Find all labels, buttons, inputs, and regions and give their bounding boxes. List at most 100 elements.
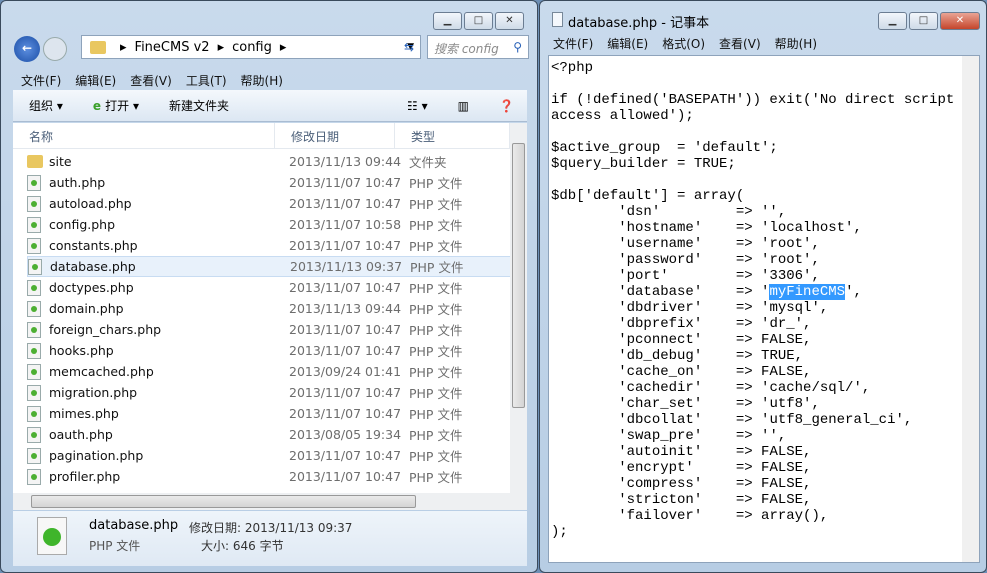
file-row[interactable]: doctypes.php 2013/11/07 10:47 PHP 文件 (27, 277, 512, 298)
file-name: database.php (50, 259, 136, 274)
php-file-icon (27, 363, 41, 380)
menu-help[interactable]: 帮助(H) (241, 72, 283, 89)
new-folder-button[interactable]: 新建文件夹 (169, 97, 229, 114)
file-row[interactable]: config.php 2013/11/07 10:58 PHP 文件 (27, 214, 512, 235)
column-name[interactable]: 名称 (13, 123, 275, 148)
organize-button[interactable]: 组织 ▾ (29, 97, 63, 114)
file-row[interactable]: memcached.php 2013/09/24 01:41 PHP 文件 (27, 361, 512, 382)
file-row[interactable]: hooks.php 2013/11/07 10:47 PHP 文件 (27, 340, 512, 361)
file-date: 2013/11/13 09:44 (289, 154, 402, 169)
help-icon[interactable]: ❓ (499, 99, 514, 113)
folder-icon (90, 40, 106, 54)
minimize-button[interactable]: ▁ (433, 12, 462, 30)
breadcrumb-item[interactable]: FineCMS v2 (135, 40, 210, 55)
file-date: 2013/11/07 10:47 (289, 343, 402, 358)
php-file-icon (27, 342, 41, 359)
chevron-icon: ▸ (279, 39, 287, 55)
file-name: hooks.php (49, 343, 114, 358)
code-before: <?php if (!defined('BASEPATH')) exit('No… (551, 60, 955, 300)
file-row[interactable]: migration.php 2013/11/07 10:47 PHP 文件 (27, 382, 512, 403)
search-icon: ⚲ (513, 40, 522, 54)
file-name: config.php (49, 217, 116, 232)
php-file-icon (27, 174, 41, 191)
address-bar[interactable]: ▸ FineCMS v2 ▸ config ▸ ▼ (81, 35, 421, 59)
file-type: PHP 文件 (409, 365, 463, 380)
menu-format[interactable]: 格式(O) (662, 35, 705, 52)
php-file-icon (37, 517, 67, 555)
toolbar: 组织 ▾ e 打开 ▾ 新建文件夹 ☷ ▾ ▥ ❓ (13, 90, 527, 122)
breadcrumb-item[interactable]: config (232, 40, 272, 55)
open-label: 打开 ▾ (105, 99, 140, 113)
vertical-scrollbar[interactable] (510, 123, 527, 493)
menu-bar: 文件(F) 编辑(E) 查看(V) 工具(T) 帮助(H) (21, 72, 283, 89)
menu-edit[interactable]: 编辑(E) (75, 72, 116, 89)
menu-file[interactable]: 文件(F) (21, 72, 61, 89)
php-file-icon (27, 300, 41, 317)
menu-view[interactable]: 查看(V) (719, 35, 761, 52)
scroll-thumb[interactable] (31, 495, 416, 508)
file-type: PHP 文件 (409, 239, 463, 254)
maximize-button[interactable]: □ (909, 12, 938, 30)
file-name: doctypes.php (49, 280, 134, 295)
file-row[interactable]: constants.php 2013/11/07 10:47 PHP 文件 (27, 235, 512, 256)
code-text: <?php if (!defined('BASEPATH')) exit('No… (551, 60, 954, 540)
file-date: 2013/08/05 19:34 (289, 427, 402, 442)
file-date: 2013/11/07 10:47 (289, 469, 402, 484)
php-file-icon (27, 279, 41, 296)
maximize-button[interactable]: □ (464, 12, 493, 30)
menu-help[interactable]: 帮助(H) (775, 35, 817, 52)
php-file-icon (27, 468, 41, 485)
file-row[interactable]: pagination.php 2013/11/07 10:47 PHP 文件 (27, 445, 512, 466)
menu-bar: 文件(F) 编辑(E) 格式(O) 查看(V) 帮助(H) (553, 35, 817, 52)
detail-size: 大小: 646 字节 (201, 539, 284, 553)
column-date[interactable]: 修改日期 (275, 123, 395, 148)
file-row[interactable]: foreign_chars.php 2013/11/07 10:47 PHP 文件 (27, 319, 512, 340)
file-row[interactable]: mimes.php 2013/11/07 10:47 PHP 文件 (27, 403, 512, 424)
ie-icon: e (92, 99, 106, 113)
minimize-button[interactable]: ▁ (878, 12, 907, 30)
file-date: 2013/11/07 10:47 (289, 322, 402, 337)
scroll-thumb[interactable] (512, 143, 525, 408)
file-row[interactable]: site 2013/11/13 09:44 文件夹 (27, 151, 512, 172)
open-button[interactable]: e 打开 ▾ (93, 97, 139, 114)
menu-view[interactable]: 查看(V) (130, 72, 172, 89)
file-type: PHP 文件 (409, 323, 463, 338)
file-list: 名称 修改日期 类型 site 2013/11/13 09:44 文件夹 auth.p… (13, 123, 527, 493)
text-editor[interactable]: <?php if (!defined('BASEPATH')) exit('No… (548, 55, 980, 563)
selected-text: myFineCMS (769, 284, 846, 300)
close-button[interactable]: ✕ (940, 12, 980, 30)
column-type[interactable]: 类型 (395, 123, 510, 148)
preview-pane-icon[interactable]: ▥ (458, 99, 469, 113)
file-date: 2013/11/07 10:58 (289, 217, 402, 232)
file-type: 文件夹 (409, 155, 447, 170)
detail-type: PHP 文件 (89, 539, 141, 553)
php-file-icon (27, 195, 41, 212)
search-input[interactable]: 搜索 config ⚲ (427, 35, 529, 59)
menu-tools[interactable]: 工具(T) (186, 72, 227, 89)
detail-name: database.php (89, 518, 179, 533)
file-row[interactable]: auth.php 2013/11/07 10:47 PHP 文件 (27, 172, 512, 193)
file-type: PHP 文件 (409, 281, 463, 296)
folder-icon (27, 155, 43, 168)
file-date: 2013/11/07 10:47 (289, 385, 402, 400)
refresh-button[interactable]: ⇆ (398, 35, 420, 59)
view-options-icon[interactable]: ☷ ▾ (407, 99, 428, 113)
close-button[interactable]: ✕ (495, 12, 524, 30)
file-row[interactable]: domain.php 2013/11/13 09:44 PHP 文件 (27, 298, 512, 319)
file-row[interactable]: profiler.php 2013/11/07 10:47 PHP 文件 (27, 466, 512, 487)
forward-button[interactable] (43, 37, 67, 61)
file-name: mimes.php (49, 406, 119, 421)
menu-file[interactable]: 文件(F) (553, 35, 593, 52)
file-row[interactable]: oauth.php 2013/08/05 19:34 PHP 文件 (27, 424, 512, 445)
detail-modified: 修改日期: 2013/11/13 09:37 (189, 521, 353, 535)
horizontal-scrollbar[interactable] (13, 493, 527, 510)
back-button[interactable]: ← (14, 36, 40, 62)
vertical-scrollbar[interactable] (962, 56, 979, 562)
chevron-icon: ▸ (120, 39, 127, 55)
file-row[interactable]: database.php 2013/11/13 09:37 PHP 文件 (27, 256, 512, 277)
file-name: auth.php (49, 175, 106, 190)
code-after: ', 'dbdriver' => 'mysql', 'dbprefix' => … (551, 284, 913, 540)
file-type: PHP 文件 (409, 386, 463, 401)
file-row[interactable]: autoload.php 2013/11/07 10:47 PHP 文件 (27, 193, 512, 214)
menu-edit[interactable]: 编辑(E) (607, 35, 648, 52)
